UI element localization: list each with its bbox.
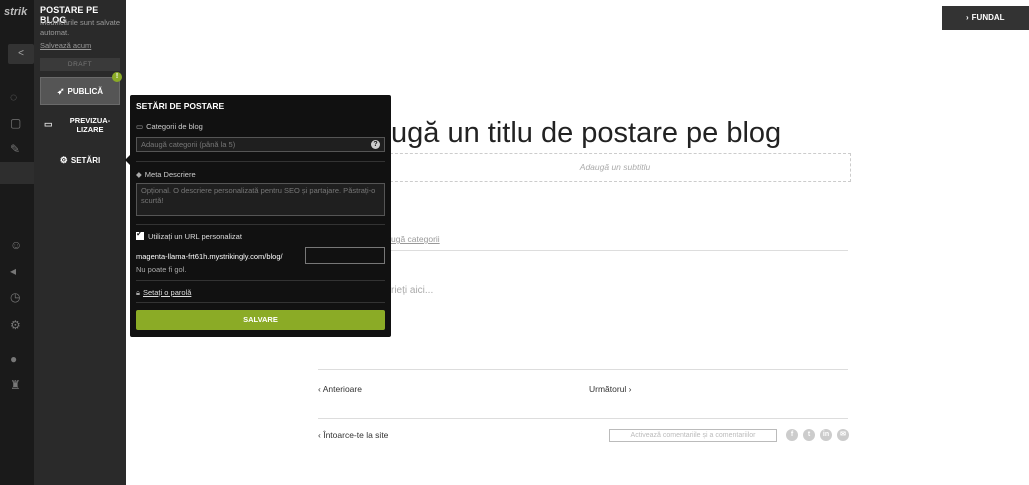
- rail-icon-1[interactable]: ◌: [10, 90, 17, 104]
- custom-url-input[interactable]: [305, 247, 385, 264]
- subtitle-field[interactable]: Adaugă un subtitlu: [380, 153, 851, 182]
- background-label: FUNDAL: [971, 13, 1005, 22]
- password-link-text: Setați o parolă: [143, 288, 192, 297]
- preview-button[interactable]: ▭ PREVIZUA-LIZARE: [40, 114, 120, 136]
- previous-post-link[interactable]: ‹ Anterioare: [318, 384, 362, 394]
- autosave-note: Modificările sunt salvate automat.: [40, 18, 121, 37]
- users-icon[interactable]: ☺: [10, 238, 22, 252]
- set-password-link[interactable]: 🔒︎ Setați o parolă: [136, 288, 191, 298]
- rail-active-item: [0, 162, 34, 184]
- meta-label-text: Meta Descriere: [144, 170, 196, 179]
- enable-comments-button[interactable]: Activează comentariile și a comentariilo…: [609, 429, 777, 442]
- gear-icon: ⚙: [59, 155, 68, 165]
- rocket-icon: ➶: [56, 86, 65, 96]
- strikingly-logo: strik: [4, 6, 28, 18]
- rail-back-button[interactable]: <: [8, 44, 34, 64]
- monitor-icon: ▭: [44, 119, 53, 129]
- blog-post-sidebar: POSTARE PE BLOG Modificările sunt salvat…: [34, 0, 126, 485]
- add-categories-link[interactable]: ugă categorii: [391, 234, 440, 244]
- meta-description-label: ◆ Meta Descriere: [136, 170, 196, 179]
- separator: [136, 302, 385, 303]
- facebook-icon[interactable]: f: [786, 429, 798, 441]
- main-rail: strik < ◌ ▢ ✎ ☺ ◂ ◷ ⚙ ● ♜: [0, 0, 34, 485]
- folder-icon: ▭: [136, 122, 144, 131]
- popover-title: SETĂRI DE POSTARE: [136, 101, 225, 111]
- draft-status: DRAFT: [40, 58, 120, 71]
- post-title[interactable]: ugă un titlu de postare pe blog: [391, 117, 781, 150]
- checkbox-icon: [136, 229, 144, 240]
- linkedin-icon[interactable]: in: [820, 429, 832, 441]
- save-now-link[interactable]: Salvează acum: [40, 41, 91, 50]
- settings-label: SETĂRI: [70, 156, 101, 165]
- categories-label-text: Categorii de blog: [146, 122, 203, 131]
- settings-button[interactable]: ⚙ SETĂRI: [40, 150, 120, 170]
- trophy-icon[interactable]: ♜: [10, 378, 21, 392]
- divider: [318, 418, 848, 419]
- previous-label: Anterioare: [322, 384, 362, 394]
- gear-icon[interactable]: ⚙: [10, 318, 21, 332]
- separator: [136, 280, 385, 281]
- tag-icon: ◆: [136, 170, 142, 179]
- publish-warning-badge: !: [112, 72, 122, 82]
- url-error-message: Nu poate fi gol.: [136, 265, 187, 274]
- chat-icon[interactable]: ●: [10, 352, 17, 366]
- pen-icon[interactable]: ✎: [10, 142, 20, 156]
- save-button[interactable]: SALVARE: [136, 310, 385, 330]
- back-to-site-link[interactable]: ‹ Întoarce-te la site: [318, 430, 388, 440]
- twitter-icon[interactable]: t: [803, 429, 815, 441]
- help-icon[interactable]: ?: [371, 140, 380, 149]
- custom-url-checkbox[interactable]: Utilizați un URL personalizat: [136, 229, 242, 241]
- separator: [136, 161, 385, 162]
- post-body-placeholder[interactable]: rieți aici...: [391, 285, 433, 296]
- publish-button[interactable]: ➶ PUBLICĂ: [40, 77, 120, 105]
- divider: [318, 250, 848, 251]
- lock-icon: 🔒︎: [136, 288, 140, 297]
- email-icon[interactable]: ✉: [837, 429, 849, 441]
- next-label: Următorul: [589, 384, 627, 394]
- categories-input[interactable]: Adaugă categorii (până la 5) ?: [136, 137, 385, 152]
- megaphone-icon[interactable]: ◂: [10, 264, 16, 278]
- clock-icon[interactable]: ◷: [10, 290, 20, 304]
- divider: [318, 369, 848, 370]
- url-prefix: magenta-llama-frt61h.mystrikingly.com/bl…: [136, 252, 283, 261]
- custom-url-label: Utilizați un URL personalizat: [148, 232, 242, 241]
- rail-icon-2[interactable]: ▢: [10, 116, 21, 130]
- next-post-link[interactable]: Următorul ›: [589, 384, 632, 394]
- background-button[interactable]: › FUNDAL: [942, 6, 1029, 30]
- publish-label: PUBLICĂ: [67, 87, 104, 96]
- post-settings-popover: SETĂRI DE POSTARE ▭ Categorii de blog Ada…: [130, 95, 391, 337]
- back-to-site-label: Întoarce-te la site: [323, 430, 389, 440]
- separator: [136, 224, 385, 225]
- preview-label: PREVIZUA-LIZARE: [69, 116, 111, 134]
- categories-label: ▭ Categorii de blog: [136, 122, 203, 131]
- meta-description-textarea[interactable]: Opțional. O descriere personalizată pent…: [136, 183, 385, 216]
- categories-placeholder: Adaugă categorii (până la 5): [141, 140, 236, 149]
- chevron-right-icon: ›: [626, 384, 632, 394]
